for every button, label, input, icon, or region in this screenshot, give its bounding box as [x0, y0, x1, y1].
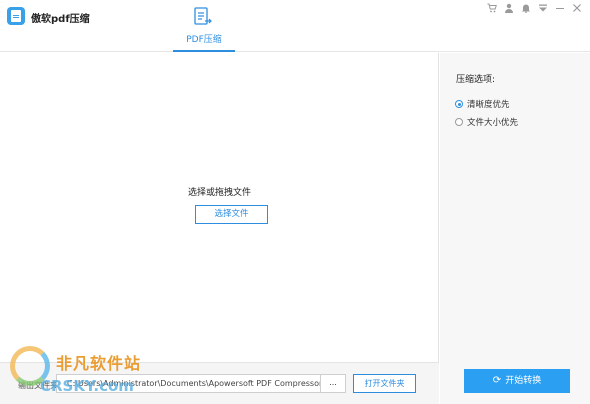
option-size-priority[interactable]: 文件大小优先: [455, 116, 518, 128]
app-title: 傲软pdf压缩: [31, 14, 90, 25]
start-label: 开始转换: [505, 376, 542, 386]
drop-hint-text: 选择或拖拽文件: [187, 188, 251, 198]
tab-label: PDF压缩: [186, 35, 222, 45]
watermark-text-cn: 非凡软件站: [56, 354, 142, 373]
options-title: 压缩选项:: [456, 75, 496, 85]
watermark: 非凡软件站 CRSKY.com: [6, 344, 166, 402]
watermark-text-en: CRSKY.com: [40, 377, 134, 395]
close-icon[interactable]: [571, 3, 582, 14]
cart-icon[interactable]: [486, 3, 497, 14]
refresh-icon: ⟳: [492, 375, 502, 386]
option-clarity-priority[interactable]: 清晰度优先: [455, 98, 510, 110]
bell-icon[interactable]: [520, 3, 531, 14]
title-bar: 傲软pdf压缩 PDF压缩: [0, 0, 590, 52]
tab-pdf-compress[interactable]: PDF压缩: [173, 0, 235, 52]
minimize-icon[interactable]: [554, 3, 565, 14]
option-label: 文件大小优先: [467, 118, 519, 128]
app-logo-icon: [7, 7, 25, 25]
browse-button[interactable]: ...: [320, 374, 346, 393]
options-panel: 压缩选项: 清晰度优先 文件大小优先 ⟳ 开始转换: [440, 53, 590, 404]
open-folder-button[interactable]: 打开文件夹: [353, 374, 416, 393]
option-label: 清晰度优先: [467, 100, 510, 110]
tab-active-indicator: [173, 50, 235, 52]
select-file-button[interactable]: 选择文件: [195, 205, 268, 224]
window-controls: [486, 2, 582, 14]
pdf-compress-icon: [194, 7, 212, 25]
user-icon[interactable]: [503, 3, 514, 14]
radio-selected-icon[interactable]: [455, 100, 463, 108]
menu-icon[interactable]: [537, 3, 548, 14]
radio-unselected-icon[interactable]: [455, 118, 463, 126]
start-convert-button[interactable]: ⟳ 开始转换: [464, 369, 570, 393]
